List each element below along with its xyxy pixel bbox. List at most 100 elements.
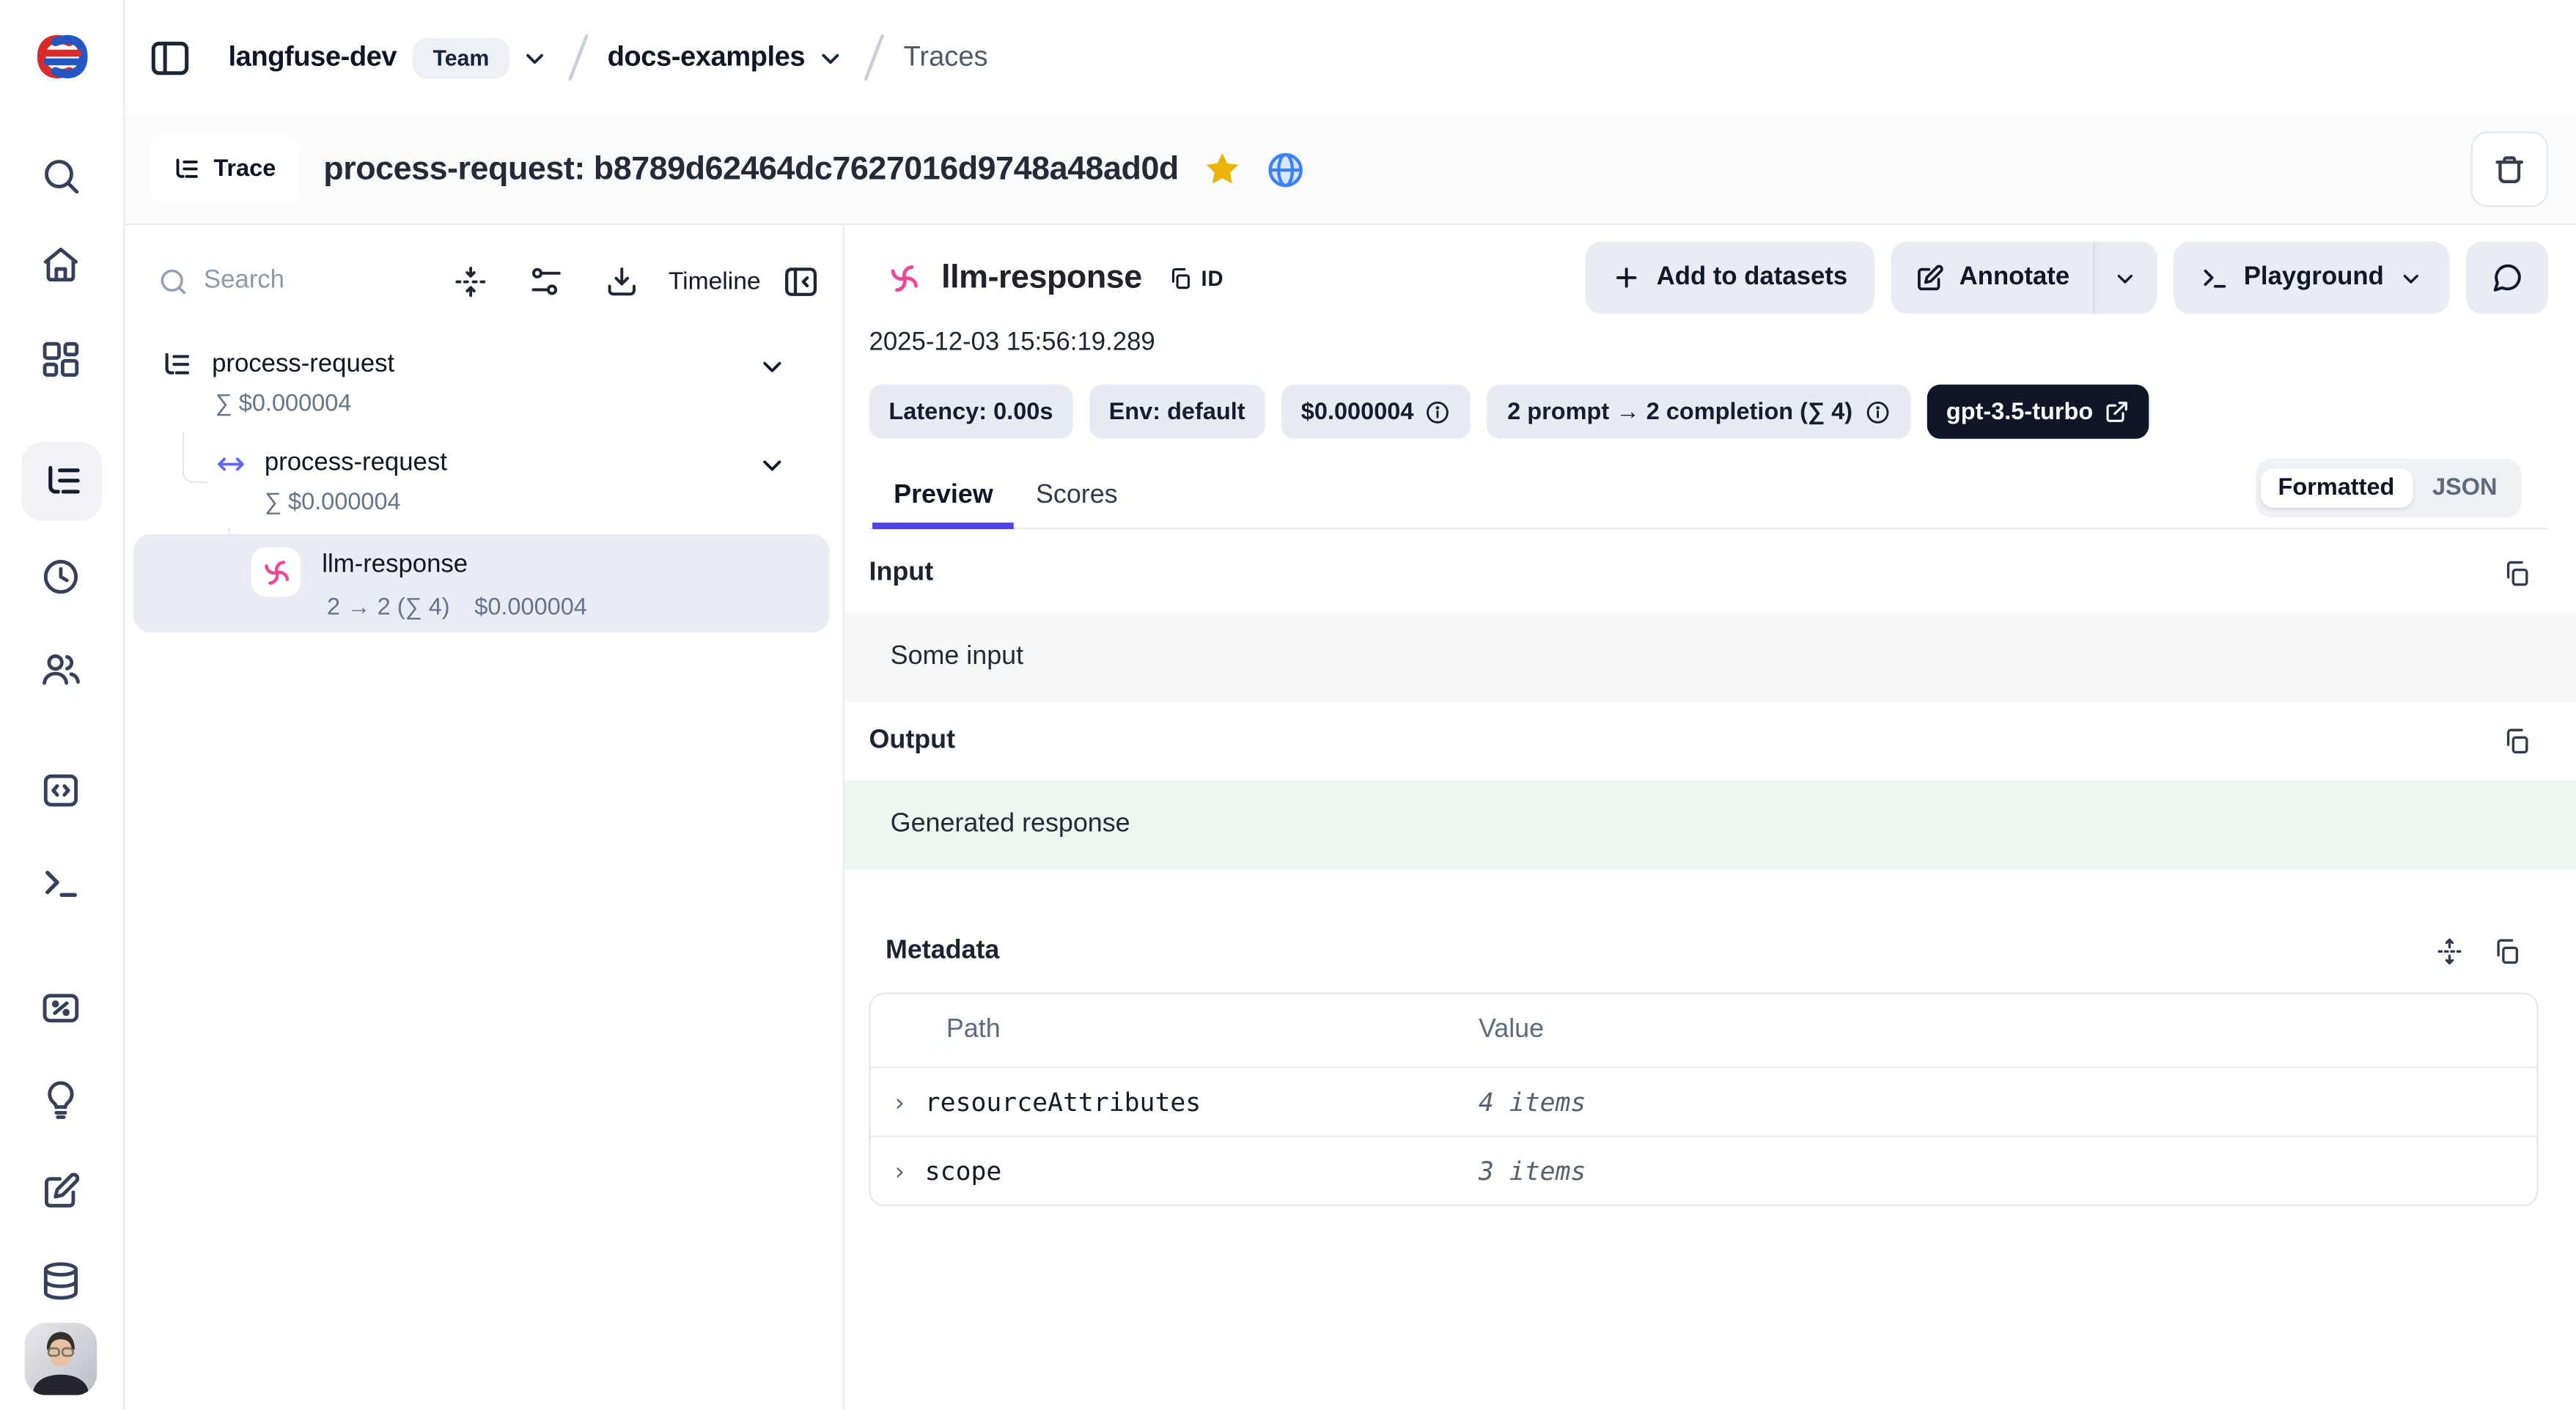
breadcrumb-org[interactable]: langfuse-dev xyxy=(229,41,397,74)
output-value-box: Generated response xyxy=(844,780,2576,869)
copy-output-button[interactable] xyxy=(2502,726,2531,756)
metadata-value: 3 items xyxy=(1479,1157,1586,1186)
row-expand-chevron-icon[interactable]: › xyxy=(892,1156,912,1186)
breadcrumb-bar: langfuse-dev Team docs-examples Traces xyxy=(125,0,2576,115)
column-value: Value xyxy=(1479,1016,1544,1044)
user-avatar[interactable] xyxy=(25,1323,97,1395)
metadata-value: 4 items xyxy=(1479,1088,1586,1117)
terminal-icon xyxy=(2199,263,2229,292)
tracing-icon[interactable] xyxy=(41,460,84,503)
metadata-row[interactable]: › scope 3 items xyxy=(871,1135,2536,1204)
comments-button[interactable] xyxy=(2466,242,2548,314)
node-chevron-down-icon[interactable] xyxy=(757,352,787,381)
public-globe-icon[interactable] xyxy=(1266,149,1307,190)
trace-badge-label: Trace xyxy=(213,156,276,182)
node-chevron-down-icon[interactable] xyxy=(757,450,787,479)
trace-type-badge: Trace xyxy=(150,135,299,204)
tree-node-span[interactable]: process-request ∑ $0.000004 xyxy=(125,442,829,516)
observation-badges: Latency: 0.00s Env: default $0.000004 2 … xyxy=(869,385,2548,439)
delete-trace-button[interactable] xyxy=(2471,131,2548,207)
node-usage: 2 → 2 (∑ 4) xyxy=(327,595,450,621)
observation-panel: llm-response ID xyxy=(844,225,2576,1410)
home-icon[interactable] xyxy=(40,243,82,286)
external-link-icon xyxy=(2105,399,2130,424)
trace-tree-panel: Search Timeline xyxy=(125,225,844,1410)
org-logo-knot-icon[interactable] xyxy=(29,23,95,92)
metadata-label: Metadata xyxy=(886,937,999,966)
format-formatted[interactable]: Formatted xyxy=(2260,468,2413,508)
collapse-all-icon[interactable] xyxy=(453,264,487,298)
download-icon[interactable] xyxy=(604,264,639,298)
info-icon xyxy=(1864,399,1891,425)
format-json[interactable]: JSON xyxy=(2413,468,2517,508)
comment-bubble-icon xyxy=(2491,262,2524,295)
playground-terminal-icon[interactable] xyxy=(40,861,82,904)
input-label: Input xyxy=(869,558,934,588)
node-cost: ∑ $0.000004 xyxy=(125,391,829,418)
search-placeholder: Search xyxy=(204,266,284,295)
tree-node-generation-selected[interactable]: llm-response 2 → 2 (∑ 4) $0.000004 xyxy=(133,534,830,633)
expand-metadata-icon[interactable] xyxy=(2435,937,2464,966)
copy-id-button[interactable]: ID xyxy=(1169,265,1224,290)
node-cost: ∑ $0.000004 xyxy=(125,490,829,516)
trace-tree-icon xyxy=(161,350,193,381)
tab-preview[interactable]: Preview xyxy=(872,459,1015,528)
node-label: llm-response xyxy=(322,550,468,580)
id-label: ID xyxy=(1201,265,1223,290)
org-type-badge: Team xyxy=(413,37,509,78)
playground-label: Playground xyxy=(2244,263,2384,292)
cost-badge[interactable]: $0.000004 xyxy=(1281,385,1471,439)
timeline-toggle[interactable]: Timeline xyxy=(669,267,761,295)
token-usage-badge[interactable]: 2 prompt → 2 completion (∑ 4) xyxy=(1487,385,1910,439)
input-value-box: Some input xyxy=(844,613,2576,701)
annotate-button[interactable]: Annotate xyxy=(1891,242,2093,314)
annotation-pen-icon[interactable] xyxy=(40,1170,82,1213)
datasets-database-icon[interactable] xyxy=(40,1259,82,1302)
trace-tree-icon xyxy=(172,155,200,183)
breadcrumb-traces[interactable]: Traces xyxy=(904,41,988,74)
playground-button[interactable]: Playground xyxy=(2173,242,2449,314)
row-expand-chevron-icon[interactable]: › xyxy=(892,1087,912,1116)
lightbulb-icon[interactable] xyxy=(40,1078,82,1121)
sidebar-toggle-icon[interactable] xyxy=(148,35,193,80)
sessions-clock-icon[interactable] xyxy=(40,555,82,598)
info-icon xyxy=(1425,399,1451,425)
org-chevron-down-icon[interactable] xyxy=(520,43,548,71)
metadata-key: resourceAttributes xyxy=(925,1087,1201,1116)
tree-node-root[interactable]: process-request ∑ $0.000004 xyxy=(125,344,829,418)
observation-timestamp: 2025-12-03 15:56:19.289 xyxy=(869,328,2548,364)
metadata-table: Path Value › resourceAttributes 4 items xyxy=(869,992,2539,1206)
breadcrumb-project[interactable]: docs-examples xyxy=(608,41,805,74)
input-value: Some input xyxy=(891,643,1023,672)
bookmark-star-icon[interactable] xyxy=(1204,150,1243,189)
tree-search-input[interactable]: Search xyxy=(158,265,453,297)
annotate-pen-icon xyxy=(1913,262,1945,294)
project-chevron-down-icon[interactable] xyxy=(817,43,844,71)
model-badge[interactable]: gpt-3.5-turbo xyxy=(1927,385,2149,439)
tab-scores[interactable]: Scores xyxy=(1015,459,1139,528)
evaluation-percent-icon[interactable] xyxy=(40,986,82,1028)
copy-input-button[interactable] xyxy=(2502,558,2531,588)
dashboards-icon[interactable] xyxy=(40,339,82,381)
node-label: process-request xyxy=(265,449,447,478)
latency-badge: Latency: 0.00s xyxy=(869,385,1073,439)
main-column: langfuse-dev Team docs-examples Traces T… xyxy=(125,0,2576,1410)
trace-header: Trace process-request: b8789d62464dc7627… xyxy=(125,115,2576,225)
breadcrumb-separator xyxy=(567,34,588,81)
tree-settings-sliders-icon[interactable] xyxy=(529,264,563,298)
generation-chip xyxy=(251,547,301,597)
prompts-file-icon[interactable] xyxy=(40,769,82,811)
metadata-row[interactable]: › resourceAttributes 4 items xyxy=(871,1068,2536,1136)
add-to-datasets-button[interactable]: Add to datasets xyxy=(1586,242,1874,314)
users-icon[interactable] xyxy=(40,648,82,690)
tree-toolbar: Search Timeline xyxy=(125,225,842,336)
copy-metadata-button[interactable] xyxy=(2492,937,2522,966)
tree-node-list: process-request ∑ $0.000004 xyxy=(125,337,842,1410)
left-nav-rail xyxy=(0,0,125,1410)
search-icon[interactable] xyxy=(40,155,82,197)
column-path: Path xyxy=(892,1016,1001,1045)
annotate-dropdown-chevron-icon[interactable] xyxy=(2094,242,2157,314)
output-label: Output xyxy=(869,726,955,756)
breadcrumb-separator xyxy=(864,34,884,81)
collapse-panel-icon[interactable] xyxy=(782,262,820,300)
